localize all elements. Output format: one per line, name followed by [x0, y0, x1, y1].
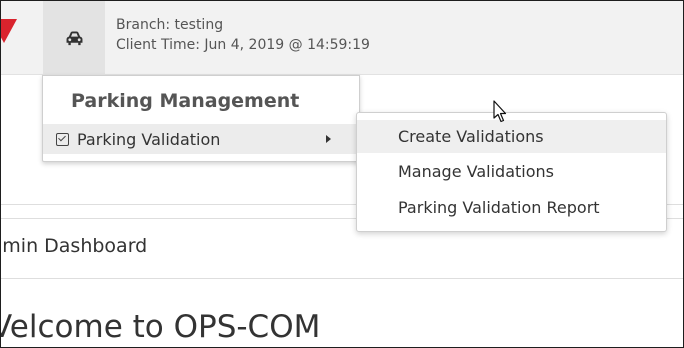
menu-item-parking-validation[interactable]: Parking Validation: [43, 124, 359, 154]
welcome-heading: Velcome to OPS-COM: [0, 309, 321, 345]
client-time-label: Client Time: Jun 4, 2019 @ 14:59:19: [116, 37, 370, 53]
top-bar: Branch: testing Client Time: Jun 4, 2019…: [1, 1, 683, 75]
checkbox-icon: [56, 132, 69, 146]
branch-label: Branch: testing: [116, 17, 224, 33]
parking-validation-submenu: Create Validations Manage Validations Pa…: [356, 112, 667, 232]
dashboard-title: lmin Dashboard: [0, 235, 148, 257]
divider: [1, 278, 683, 279]
menu-header: Parking Management: [71, 90, 300, 112]
logo-icon: [1, 19, 17, 43]
car-icon: [66, 30, 82, 45]
submenu-item-create-validations[interactable]: Create Validations: [357, 120, 666, 153]
submenu-item-manage-validations[interactable]: Manage Validations: [357, 155, 666, 188]
caret-right-icon: [326, 135, 331, 143]
branch-info: Branch: testing Client Time: Jun 4, 2019…: [116, 15, 370, 55]
mouse-cursor-icon: [493, 100, 507, 123]
parking-menu-button[interactable]: [43, 1, 105, 75]
app-window: Branch: testing Client Time: Jun 4, 2019…: [0, 0, 684, 348]
submenu-item-parking-validation-report[interactable]: Parking Validation Report: [357, 191, 666, 224]
menu-item-label: Parking Validation: [77, 129, 221, 149]
parking-management-menu: Parking Management Parking Validation: [42, 75, 360, 162]
